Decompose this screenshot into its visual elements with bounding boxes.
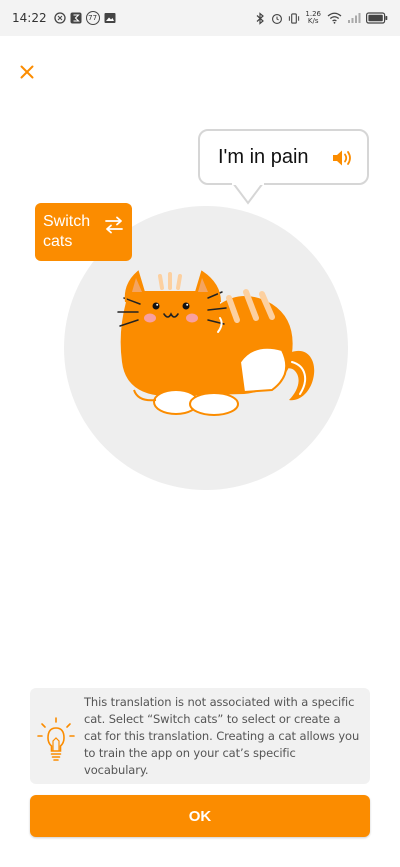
battery-icon (366, 12, 388, 24)
app-notification-icon (53, 12, 66, 24)
alarm-icon (271, 12, 283, 24)
switch-cats-label: Switch cats (43, 213, 91, 250)
cat-illustration (117, 270, 315, 416)
lightbulb-icon (37, 717, 75, 761)
swap-arrows-icon (105, 216, 123, 234)
status-right-group: 1.26 K/s (254, 11, 388, 25)
ok-button-label: OK (188, 807, 212, 825)
network-speed: 1.26 K/s (305, 11, 321, 25)
info-text: This translation is not associated with … (84, 695, 360, 777)
status-time: 14:22 (12, 11, 47, 25)
status-bar: 14:22 77 1.26 K/s (0, 0, 400, 36)
translation-bubble: I'm in pain (198, 129, 369, 185)
status-left-group: 14:22 77 (12, 11, 116, 25)
vibrate-icon (288, 12, 300, 24)
speaker-icon[interactable] (331, 148, 353, 168)
translation-text: I'm in pain (218, 145, 309, 168)
image-notification-icon (104, 12, 116, 24)
signal-icon (347, 12, 361, 24)
notification-badge-count: 77 (88, 14, 98, 22)
bluetooth-icon (254, 11, 266, 25)
bubble-tail (232, 183, 264, 205)
switch-cats-button[interactable]: Switch cats (35, 203, 132, 261)
wifi-icon (326, 12, 342, 24)
close-icon (20, 65, 34, 79)
close-button[interactable] (15, 60, 39, 84)
info-card: This translation is not associated with … (30, 688, 370, 784)
badge-notification-icon: 77 (85, 11, 100, 25)
net-speed-unit: K/s (307, 17, 319, 25)
sigma-notification-icon (70, 12, 82, 24)
ok-button[interactable]: OK (30, 795, 370, 837)
